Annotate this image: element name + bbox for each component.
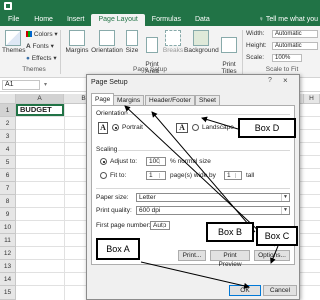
arrow-box-a bbox=[140, 261, 250, 289]
callout-box-d: Box D bbox=[238, 118, 296, 138]
callout-box-c: Box C bbox=[256, 226, 298, 246]
arrow-box-d bbox=[201, 116, 239, 130]
callout-box-a: Box A bbox=[96, 238, 140, 260]
arrow-box-c-lower bbox=[270, 245, 279, 264]
callout-box-b: Box B bbox=[206, 222, 254, 242]
annotation-arrows bbox=[124, 105, 279, 289]
